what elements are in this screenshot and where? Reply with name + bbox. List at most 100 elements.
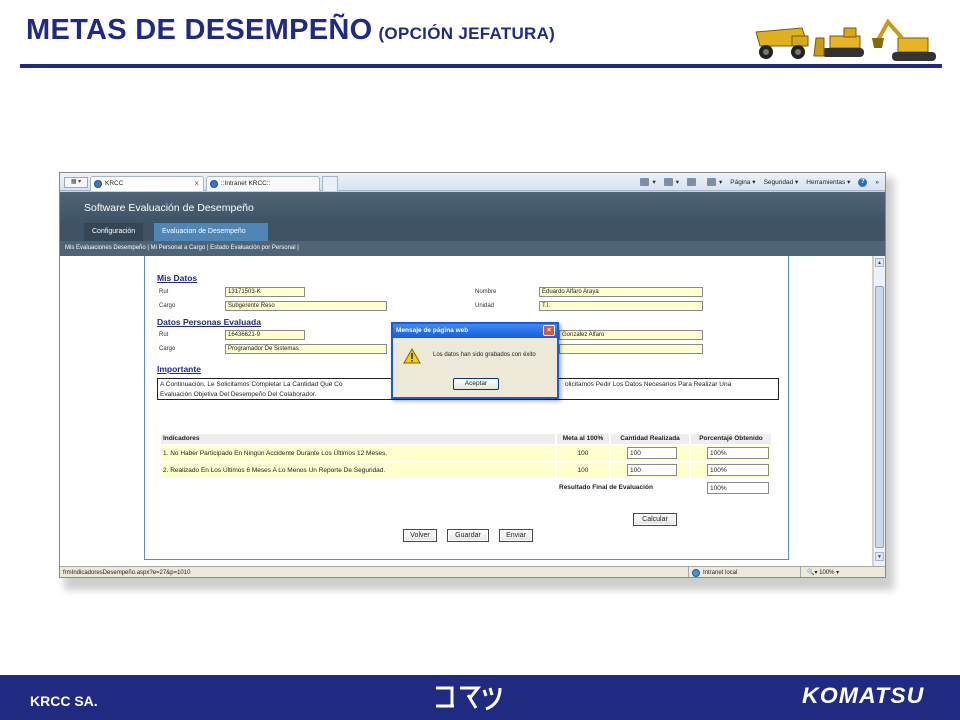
- quick-tabs-button[interactable]: ▦ ▾: [64, 177, 88, 188]
- app-subnav[interactable]: Mis Evaluaciones Desempeño | Mi Personal…: [60, 241, 885, 256]
- field-resultado-final[interactable]: 100%: [707, 482, 769, 494]
- field-mi-rut[interactable]: 13171503-K: [225, 287, 305, 297]
- feeds-button[interactable]: ▾: [663, 178, 679, 187]
- indicador-row-1-meta: 100: [557, 446, 609, 461]
- indicador-row-1-porcentaje-cell: 100%: [691, 446, 771, 461]
- zoom-icon: 🔍▾: [807, 570, 820, 576]
- field-evaluada-rut[interactable]: 16436621-9: [225, 330, 305, 340]
- input-cantidad-row-1[interactable]: 100: [627, 447, 677, 459]
- warning-icon: [403, 348, 421, 364]
- enviar-button[interactable]: Enviar: [499, 529, 533, 542]
- menu-pagina[interactable]: Página ▾: [730, 178, 755, 186]
- label-resultado-final: Resultado Final de Evaluación: [559, 484, 653, 491]
- printer-icon: [707, 178, 716, 187]
- message-dialog: Mensaje de página web × Los datos han si…: [391, 322, 559, 399]
- indicador-row-2-meta: 100: [557, 463, 609, 478]
- browser-tab-bar: ▦ ▾ KRCC × ::Intranet KRCC:: ▾ ▾ ▾ Págin…: [60, 173, 885, 191]
- label-unidad: Unidad: [475, 303, 495, 309]
- mail-icon: [687, 178, 696, 186]
- label-cargo: Cargo: [159, 303, 176, 309]
- slide: METAS DE DESEMPEÑO (OPCIÓN JEFATURA) ▦ ▾…: [0, 0, 960, 720]
- label-cargo-evaluada: Cargo: [159, 346, 176, 352]
- field-mi-cargo[interactable]: Subgerente Reso: [225, 301, 387, 311]
- rss-icon: [663, 178, 673, 187]
- browser-tab-intranet[interactable]: ::Intranet KRCC::: [206, 176, 320, 191]
- section-datos-evaluada: Datos Personas Evaluada: [157, 317, 261, 327]
- indicador-row-2-label: 2. Realizado En Los Últimos 6 Meses A Lo…: [161, 463, 555, 478]
- browser-tab-label: ::Intranet KRCC::: [221, 180, 271, 187]
- indicador-row-2-cantidad-cell: 100: [611, 463, 689, 478]
- guardar-button[interactable]: Guardar: [447, 529, 489, 542]
- print-button[interactable]: ▾: [707, 178, 722, 187]
- input-cantidad-row-2[interactable]: 100: [627, 464, 677, 476]
- header-porcentaje: Porcentaje Obtenido: [691, 434, 771, 444]
- home-button[interactable]: ▾: [640, 178, 656, 187]
- slide-title-main: METAS DE DESEMPEÑO: [26, 14, 373, 46]
- header-cantidad: Cantidad Realizada: [611, 434, 689, 444]
- section-mis-datos: Mis Datos: [157, 273, 198, 283]
- menu-seguridad[interactable]: Seguridad ▾: [764, 178, 799, 186]
- status-zone: Intranet local: [688, 567, 798, 577]
- indicador-row-2-porcentaje-cell: 100%: [691, 463, 771, 478]
- komatsu-kana-logo: [436, 686, 502, 711]
- mining-machines-image: [755, 18, 936, 61]
- evaluation-form: Mis Datos Rut 13171503-K Cargo Subgerent…: [144, 256, 789, 560]
- aceptar-button[interactable]: Aceptar: [453, 378, 499, 390]
- field-mi-nombre[interactable]: Eduardo Alfaro Araya: [539, 287, 703, 297]
- header-meta: Meta al 100%: [557, 434, 609, 444]
- footer-band: KRCC SA. KOMATSU: [0, 675, 960, 720]
- field-evaluada-cargo[interactable]: Programador De Sistemas: [225, 344, 387, 354]
- komatsu-logo: KOMATSU: [802, 683, 925, 708]
- zoom-control[interactable]: 🔍▾ 100% ▾: [800, 567, 839, 577]
- field-evaluada-nombre[interactable]: Gonzalez Alfaro: [559, 330, 703, 340]
- app-tab-bar: Configuración Evaluacion de Desempeño: [60, 223, 885, 241]
- status-bar: frmIndicadoresDesempeño.aspx?e=27&p=1010…: [60, 566, 885, 577]
- slide-title-sub: (OPCIÓN JEFATURA): [378, 24, 556, 43]
- tab-configuracion[interactable]: Configuración: [84, 223, 144, 241]
- header-rule: [20, 64, 942, 68]
- field-evaluada-unidad[interactable]: [559, 344, 703, 354]
- command-bar: ▾ ▾ ▾ Página ▾ Seguridad ▾ Herramientas …: [640, 176, 879, 188]
- excavator-icon: [872, 18, 936, 61]
- new-tab-button[interactable]: [322, 176, 338, 191]
- home-icon: [640, 178, 650, 187]
- scrollbar-thumb[interactable]: [875, 286, 884, 548]
- indicador-row-1-label: 1. No Haber Participado En Ningún Accide…: [161, 446, 555, 461]
- ie-favicon-icon: [94, 180, 102, 188]
- help-icon[interactable]: ?: [858, 177, 868, 187]
- overflow-chevron-icon[interactable]: »: [875, 179, 879, 186]
- volver-button[interactable]: Volver: [403, 529, 437, 542]
- scroll-down-icon[interactable]: ▼: [875, 552, 884, 561]
- tab-evaluacion-desempeno[interactable]: Evaluacion de Desempeño: [154, 223, 268, 241]
- app-header: Software Evaluación de Desempeño: [60, 192, 885, 223]
- header-indicadores: Indicadores: [161, 434, 555, 444]
- dialog-close-icon[interactable]: ×: [543, 325, 555, 336]
- browser-tab-label: KRCC: [105, 180, 124, 187]
- label-rut-evaluada: Rut: [159, 332, 169, 338]
- notice-line1-left: A Continuación, Le Solicitamos Completar…: [160, 381, 343, 388]
- bulldozer-icon: [813, 27, 864, 57]
- browser-window: ▦ ▾ KRCC × ::Intranet KRCC:: ▾ ▾ ▾ Págin…: [59, 172, 886, 578]
- footer-company: KRCC SA.: [30, 693, 98, 709]
- mail-button[interactable]: [687, 178, 699, 186]
- menu-herramientas[interactable]: Herramientas ▾: [806, 178, 850, 186]
- dialog-message: Los datos han sido grabados con éxito: [433, 352, 536, 358]
- status-zone-label: Intranet local: [703, 570, 738, 576]
- notice-line1-right: olicitamos Pedir Los Datos Necesarios Pa…: [565, 381, 732, 388]
- browser-tab-krcc[interactable]: KRCC ×: [90, 176, 204, 191]
- ie-favicon-icon: [210, 180, 218, 188]
- label-nombre: Nombre: [475, 289, 497, 295]
- input-porcentaje-row-2[interactable]: 100%: [707, 464, 769, 476]
- close-tab-icon[interactable]: ×: [194, 177, 199, 191]
- section-importante: Importante: [157, 364, 201, 374]
- field-mi-unidad[interactable]: T.I.: [539, 301, 703, 311]
- dump-truck-icon: [755, 27, 809, 59]
- scroll-up-icon[interactable]: ▲: [875, 258, 884, 267]
- indicador-row-1-cantidad-cell: 100: [611, 446, 689, 461]
- label-rut: Rut: [159, 289, 169, 295]
- input-porcentaje-row-1[interactable]: 100%: [707, 447, 769, 459]
- vertical-scrollbar[interactable]: ▲ ▼: [873, 256, 885, 566]
- globe-icon: [692, 569, 700, 577]
- calcular-button[interactable]: Calcular: [633, 513, 677, 526]
- app-title: Software Evaluación de Desempeño: [84, 202, 254, 214]
